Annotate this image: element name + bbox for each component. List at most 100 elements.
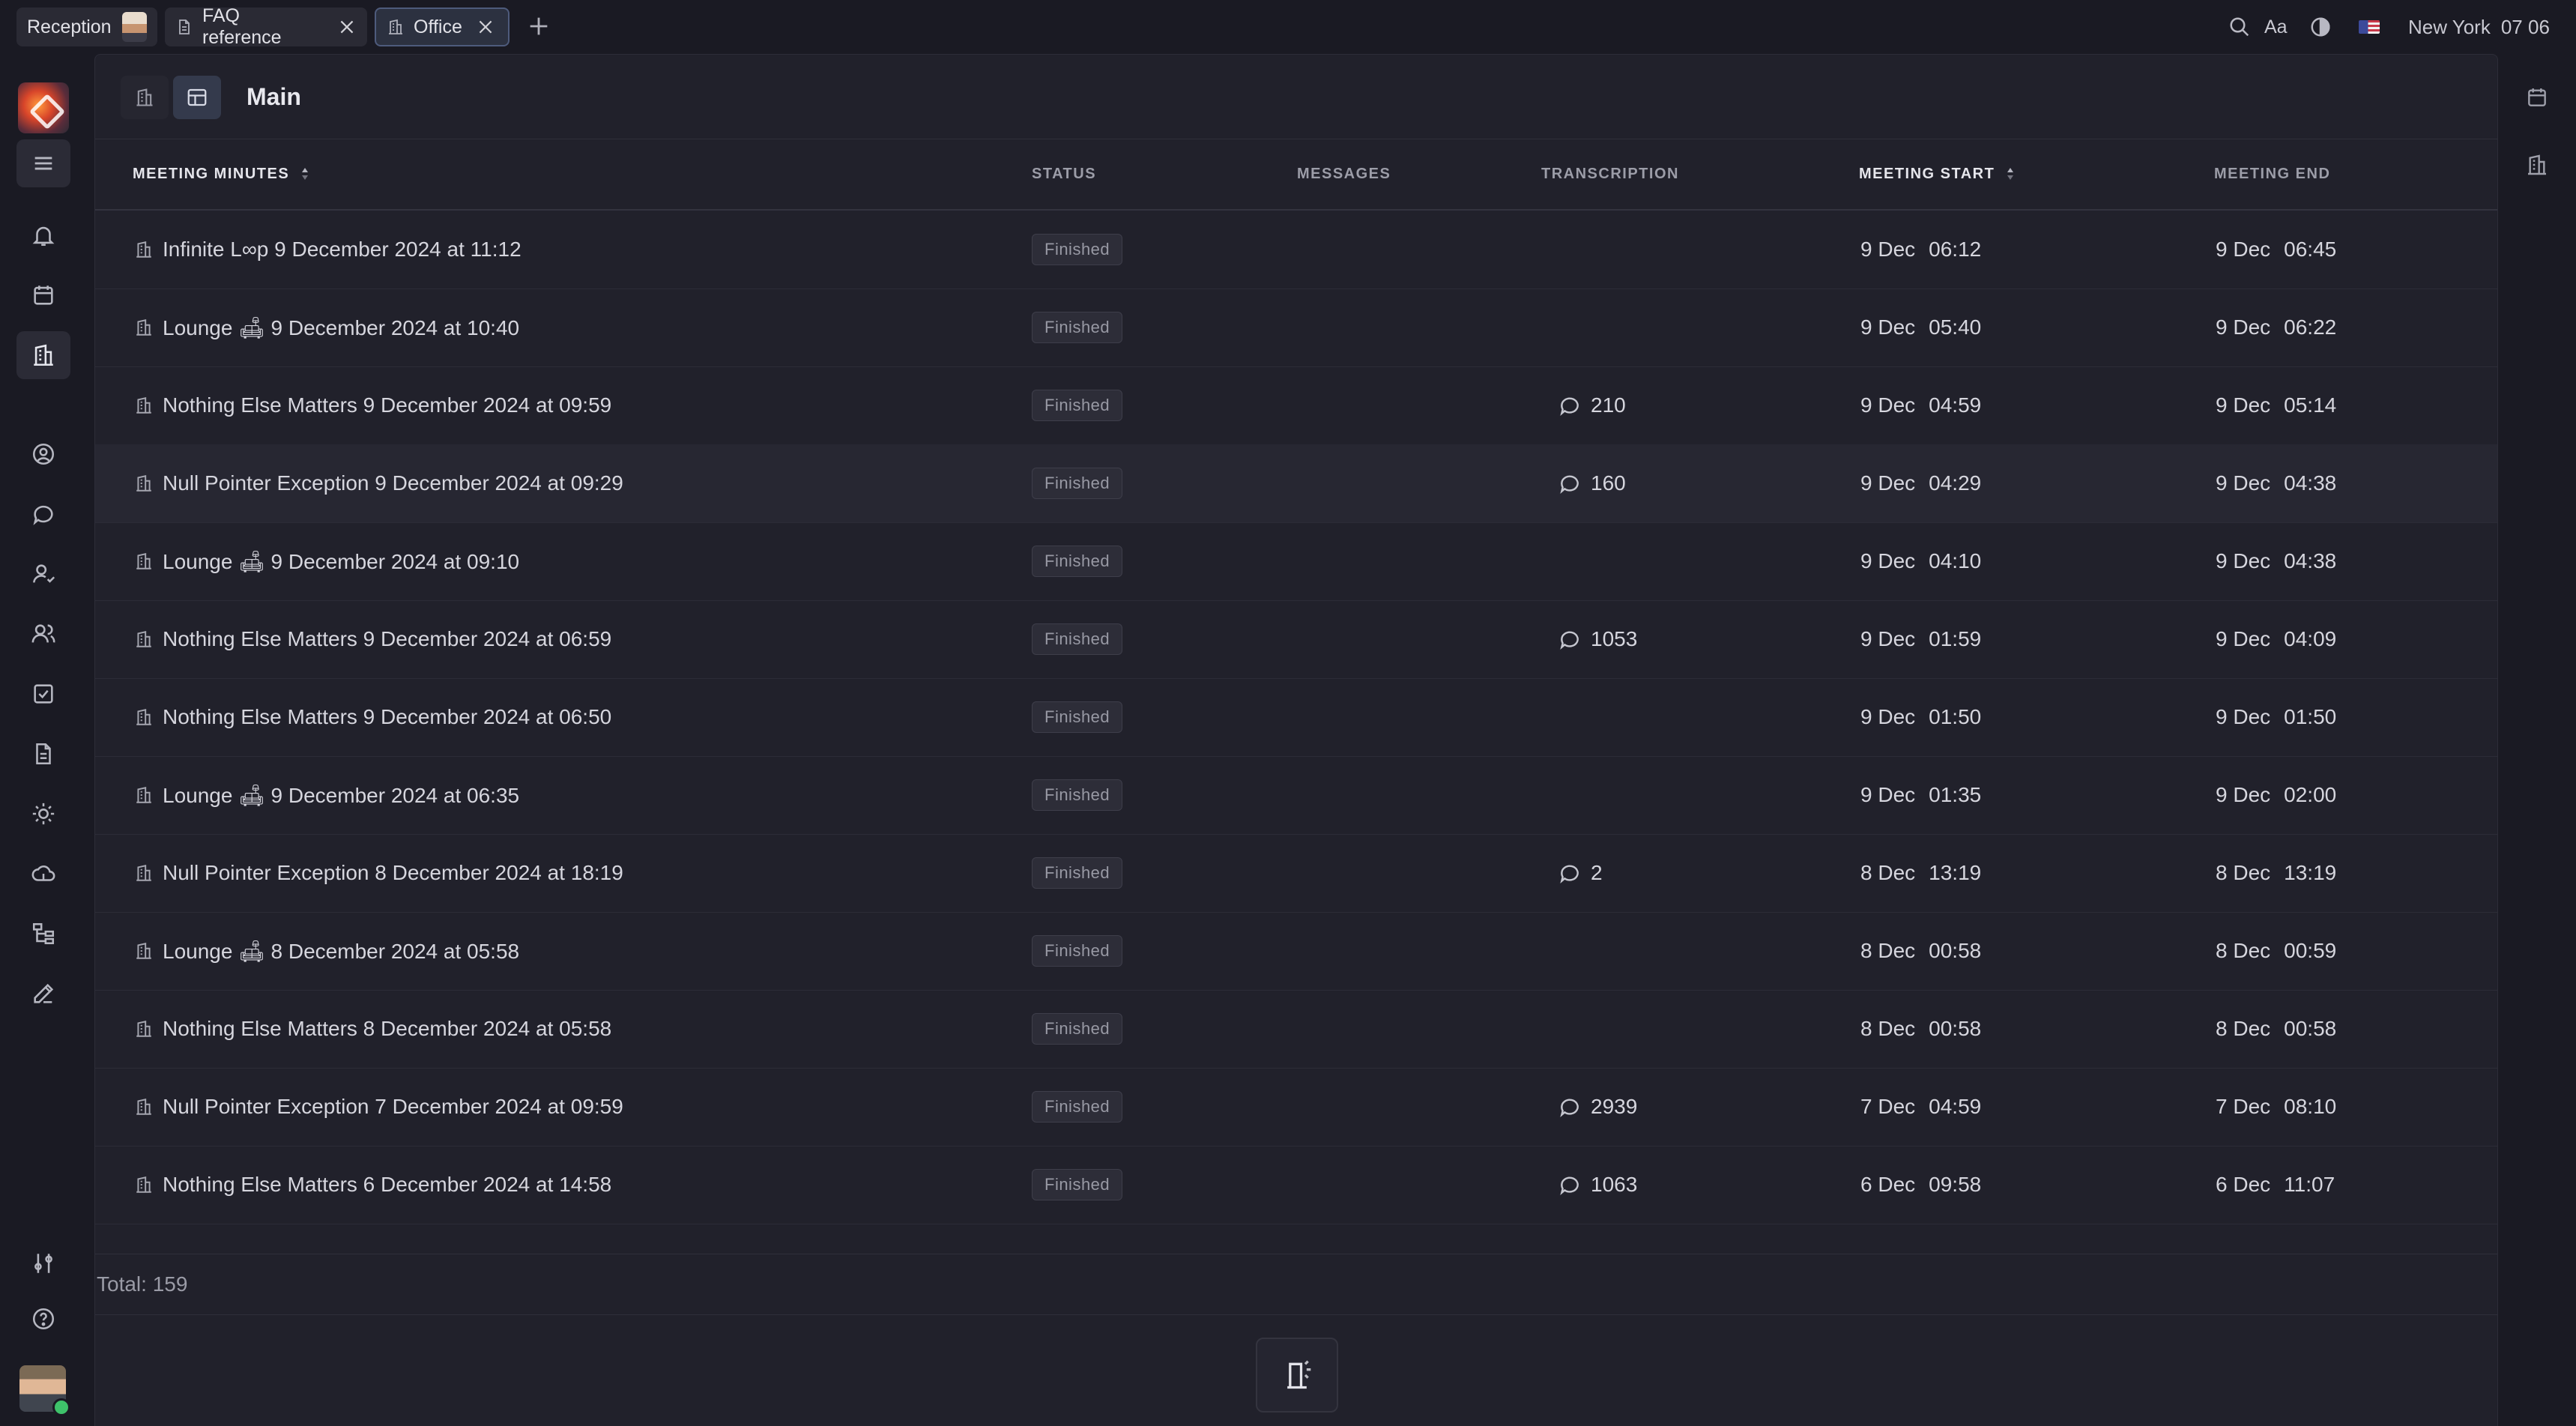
- tab-reception[interactable]: Reception: [16, 7, 157, 46]
- meeting-title-cell[interactable]: Nothing Else Matters 9 December 2024 at …: [134, 366, 611, 444]
- contact-icon[interactable]: [28, 439, 58, 469]
- table-row[interactable]: Null Pointer Exception 8 December 2024 a…: [95, 834, 2497, 913]
- meeting-title: Null Pointer Exception 9 December 2024 a…: [163, 471, 623, 495]
- sun-icon[interactable]: [28, 799, 58, 829]
- language-selector[interactable]: [2359, 0, 2380, 54]
- transcription-cell[interactable]: 210: [1558, 366, 1626, 444]
- status-badge: Finished: [1032, 779, 1123, 811]
- column-meeting-minutes[interactable]: MEETING MINUTES: [133, 139, 312, 209]
- document-icon[interactable]: [28, 739, 58, 769]
- end-date: 8 Dec: [2216, 939, 2271, 962]
- table-row[interactable]: Nothing Else Matters 9 December 2024 at …: [95, 366, 2497, 445]
- office-icon: [134, 552, 154, 571]
- transcription-cell[interactable]: 1053: [1558, 600, 1637, 678]
- office-icon[interactable]: [2525, 153, 2549, 177]
- table-body: Infinite L∞p 9 December 2024 at 11:12 Fin…: [95, 211, 2497, 1305]
- chat-icon[interactable]: [28, 499, 58, 529]
- meeting-title-cell[interactable]: Lounge 🛋 8 December 2024 at 05:58: [134, 912, 519, 990]
- status-badge: Finished: [1032, 701, 1123, 733]
- search-button[interactable]: [2228, 0, 2251, 54]
- table-row[interactable]: Nothing Else Matters 9 December 2024 at …: [95, 678, 2497, 757]
- menu-icon[interactable]: [28, 148, 58, 178]
- start-time: 04:10: [1929, 549, 1982, 572]
- end-time: 08:10: [2284, 1095, 2337, 1118]
- online-status-indicator: [52, 1398, 70, 1416]
- settings-sliders-icon[interactable]: [28, 1248, 58, 1278]
- table-row[interactable]: Nothing Else Matters 6 December 2024 at …: [95, 1146, 2497, 1224]
- clock-location: New York: [2408, 15, 2491, 38]
- meeting-title-cell[interactable]: Lounge 🛋 9 December 2024 at 09:10: [134, 522, 519, 600]
- column-status[interactable]: STATUS: [1032, 139, 1096, 209]
- tab-office[interactable]: Office: [375, 7, 510, 46]
- table-row[interactable]: Nothing Else Matters 8 December 2024 at …: [95, 990, 2497, 1069]
- transcription-cell[interactable]: 2: [1558, 834, 1603, 912]
- transcription-cell[interactable]: 1063: [1558, 1146, 1637, 1224]
- table-row[interactable]: Lounge 🛋 9 December 2024 at 10:40 Finishe…: [95, 288, 2497, 367]
- table-row[interactable]: Null Pointer Exception 9 December 2024 a…: [95, 444, 2497, 523]
- meeting-title-cell[interactable]: Lounge 🛋 9 December 2024 at 10:40: [134, 288, 519, 366]
- transcription-cell[interactable]: 2939: [1558, 1068, 1637, 1146]
- office-icon: [389, 19, 402, 34]
- table-row[interactable]: Lounge 🛋 8 December 2024 at 05:58 Finishe…: [95, 912, 2497, 991]
- start-time: 04:59: [1929, 1095, 1982, 1118]
- meeting-title-cell[interactable]: Nothing Else Matters 6 December 2024 at …: [134, 1146, 611, 1224]
- column-label: MEETING START: [1859, 165, 1995, 182]
- office-view-button[interactable]: [121, 76, 169, 119]
- person-icon[interactable]: [28, 559, 58, 589]
- meeting-title-cell[interactable]: Lounge 🛋 9 December 2024 at 06:35: [134, 756, 519, 834]
- meeting-end-cell: 9 Dec 04:38: [2216, 522, 2336, 600]
- table-row[interactable]: Infinite L∞p 9 December 2024 at 11:12 Fin…: [95, 211, 2497, 289]
- people-icon[interactable]: [28, 619, 58, 649]
- help-icon[interactable]: [28, 1304, 58, 1334]
- table-row[interactable]: Lounge 🛋 9 December 2024 at 09:10 Finishe…: [95, 522, 2497, 601]
- transcription-cell[interactable]: 160: [1558, 444, 1626, 522]
- table-footer: Total: 159: [95, 1254, 2497, 1315]
- meeting-title-cell[interactable]: Infinite L∞p 9 December 2024 at 11:12: [134, 211, 521, 288]
- meeting-title-cell[interactable]: Nothing Else Matters 9 December 2024 at …: [134, 600, 611, 678]
- edit-icon[interactable]: [28, 979, 58, 1009]
- meeting-title-cell[interactable]: Null Pointer Exception 8 December 2024 a…: [134, 834, 623, 912]
- end-date: 8 Dec: [2216, 861, 2271, 884]
- table-row[interactable]: Nothing Else Matters 9 December 2024 at …: [95, 600, 2497, 679]
- meeting-start-cell: 9 Dec 04:29: [1860, 444, 1981, 522]
- start-time: 13:19: [1929, 861, 1982, 884]
- meeting-title-cell[interactable]: Null Pointer Exception 7 December 2024 a…: [134, 1068, 623, 1146]
- chat-icon: [1558, 393, 1582, 417]
- bell-icon[interactable]: [28, 220, 58, 250]
- column-messages[interactable]: MESSAGES: [1297, 139, 1391, 209]
- app-logo[interactable]: [18, 82, 69, 133]
- calendar-icon[interactable]: [28, 280, 58, 310]
- tasks-icon[interactable]: [28, 679, 58, 709]
- column-meeting-end[interactable]: MEETING END: [2214, 139, 2330, 209]
- hierarchy-icon[interactable]: [28, 919, 58, 949]
- meeting-title-cell[interactable]: Null Pointer Exception 9 December 2024 a…: [134, 444, 623, 522]
- meeting-title: Lounge 🛋 8 December 2024 at 05:58: [163, 939, 520, 963]
- office-icon[interactable]: [28, 340, 58, 370]
- column-meeting-start[interactable]: MEETING START: [1859, 139, 2017, 209]
- calendar-icon[interactable]: [2525, 85, 2549, 109]
- meeting-start-cell: 9 Dec 01:35: [1860, 756, 1981, 834]
- leave-office-button[interactable]: [1256, 1338, 1338, 1413]
- table-header: MEETING MINUTES STATUS MESSAGES TRANSCRI…: [95, 139, 2497, 211]
- cloud-icon[interactable]: [28, 859, 58, 889]
- theme-toggle[interactable]: [2309, 0, 2332, 54]
- close-icon[interactable]: [476, 17, 495, 37]
- start-time: 01:35: [1929, 783, 1982, 806]
- table-row[interactable]: Lounge 🛋 9 December 2024 at 06:35 Finishe…: [95, 756, 2497, 835]
- panel-header: Main: [95, 55, 2497, 139]
- start-date: 9 Dec: [1860, 393, 1916, 417]
- tab-faq-reference[interactable]: FAQ reference: [165, 5, 367, 48]
- font-size-button[interactable]: Aa: [2264, 0, 2288, 54]
- add-tab-icon[interactable]: [526, 13, 551, 39]
- close-icon[interactable]: [337, 17, 357, 37]
- meeting-title-cell[interactable]: Nothing Else Matters 8 December 2024 at …: [134, 990, 611, 1068]
- table-row[interactable]: Null Pointer Exception 7 December 2024 a…: [95, 1068, 2497, 1146]
- transcription-count: 2939: [1591, 1095, 1638, 1118]
- meeting-title-cell[interactable]: Nothing Else Matters 9 December 2024 at …: [134, 678, 611, 756]
- table-view-button[interactable]: [173, 76, 221, 119]
- column-transcription[interactable]: TRANSCRIPTION: [1541, 139, 1679, 209]
- meeting-title: Lounge 🛋 9 December 2024 at 06:35: [163, 783, 520, 807]
- status-cell: Finished: [1032, 912, 1123, 990]
- world-clock[interactable]: New York 07 06: [2408, 0, 2550, 54]
- end-date: 9 Dec: [2216, 393, 2271, 417]
